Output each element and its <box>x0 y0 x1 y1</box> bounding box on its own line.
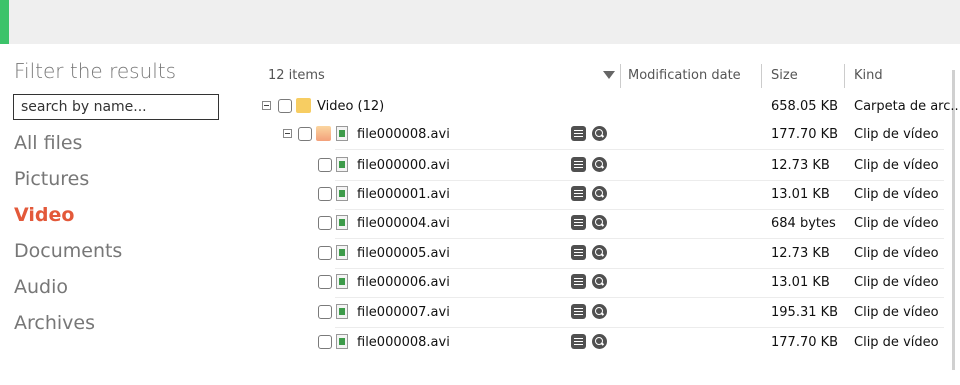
category-video[interactable]: Video <box>14 204 74 226</box>
preview-magnifier-icon[interactable] <box>592 304 607 319</box>
table-row[interactable]: file000006.avi 13.01 KB Clip de vídeo <box>240 269 952 298</box>
row-size: 658.05 KB <box>771 99 839 114</box>
row-checkbox[interactable] <box>298 127 312 141</box>
preview-magnifier-icon[interactable] <box>592 215 607 230</box>
row-kind: Clip de vídeo <box>854 127 939 142</box>
row-size: 177.70 KB <box>771 127 839 142</box>
row-checkbox[interactable] <box>318 335 332 349</box>
video-file-icon <box>336 304 348 319</box>
row-size: 177.70 KB <box>771 335 839 350</box>
column-header-kind[interactable]: Kind <box>854 68 883 83</box>
category-archives[interactable]: Archives <box>14 312 95 334</box>
table-row[interactable]: file000001.avi 13.01 KB Clip de vídeo <box>240 181 952 210</box>
preview-magnifier-icon[interactable] <box>592 186 607 201</box>
details-list-icon[interactable] <box>571 157 586 172</box>
video-file-icon <box>336 215 348 230</box>
details-list-icon[interactable] <box>571 126 586 141</box>
table-row[interactable]: file000005.avi 12.73 KB Clip de vídeo <box>240 240 952 269</box>
category-pictures[interactable]: Pictures <box>14 168 89 190</box>
folder-icon <box>296 98 311 113</box>
row-name: file000007.avi <box>357 305 450 320</box>
column-divider <box>761 64 762 88</box>
row-divider <box>335 327 944 328</box>
row-kind: Clip de vídeo <box>854 216 939 231</box>
details-list-icon[interactable] <box>571 304 586 319</box>
brand-accent-strip <box>0 0 9 44</box>
row-kind: Clip de vídeo <box>854 305 939 320</box>
details-list-icon[interactable] <box>571 215 586 230</box>
video-file-icon <box>336 186 348 201</box>
row-checkbox[interactable] <box>318 275 332 289</box>
row-size: 12.73 KB <box>771 158 830 173</box>
preview-magnifier-icon[interactable] <box>592 157 607 172</box>
table-row[interactable]: file000007.avi 195.31 KB Clip de vídeo <box>240 299 952 328</box>
video-file-icon <box>336 126 348 141</box>
table-row[interactable]: file000000.avi 12.73 KB Clip de vídeo <box>240 152 952 181</box>
row-name: file000006.avi <box>357 275 450 290</box>
sort-arrow-icon[interactable] <box>603 71 615 79</box>
scrollbar[interactable] <box>952 70 955 370</box>
table-row[interactable]: file000004.avi 684 bytes Clip de vídeo <box>240 210 952 239</box>
table-row[interactable]: file000008.avi 177.70 KB Clip de vídeo <box>240 121 952 150</box>
row-name: file000008.avi <box>357 335 450 350</box>
open-folder-icon <box>316 126 331 141</box>
category-all-files[interactable]: All files <box>14 132 82 154</box>
row-size: 13.01 KB <box>771 275 830 290</box>
list-header: 12 items Modification date Size Kind <box>240 62 960 92</box>
filter-title: Filter the results <box>14 59 177 83</box>
row-kind: Clip de vídeo <box>854 158 939 173</box>
row-name: file000001.avi <box>357 187 450 202</box>
collapse-toggle-icon[interactable] <box>262 101 271 110</box>
row-checkbox[interactable] <box>318 216 332 230</box>
row-divider <box>335 238 944 239</box>
video-file-icon <box>336 157 348 172</box>
preview-magnifier-icon[interactable] <box>592 126 607 141</box>
row-kind: Clip de vídeo <box>854 187 939 202</box>
table-row[interactable]: Video (12) 658.05 KB Carpeta de arc... <box>240 93 960 122</box>
top-bar <box>0 0 960 44</box>
video-file-icon <box>336 274 348 289</box>
preview-magnifier-icon[interactable] <box>592 334 607 349</box>
video-file-icon <box>336 334 348 349</box>
preview-magnifier-icon[interactable] <box>592 245 607 260</box>
row-divider <box>335 297 944 298</box>
column-header-modified[interactable]: Modification date <box>628 68 741 83</box>
category-documents[interactable]: Documents <box>14 240 122 262</box>
row-name: file000005.avi <box>357 246 450 261</box>
row-checkbox[interactable] <box>318 187 332 201</box>
row-size: 12.73 KB <box>771 246 830 261</box>
row-size: 195.31 KB <box>771 305 839 320</box>
table-row[interactable]: file000008.avi 177.70 KB Clip de vídeo <box>240 329 952 358</box>
row-kind: Clip de vídeo <box>854 275 939 290</box>
details-list-icon[interactable] <box>571 334 586 349</box>
row-checkbox[interactable] <box>278 99 292 113</box>
row-kind: Clip de vídeo <box>854 246 939 261</box>
search-input[interactable] <box>13 94 219 120</box>
details-list-icon[interactable] <box>571 274 586 289</box>
column-divider <box>844 64 845 88</box>
column-header-size[interactable]: Size <box>771 68 798 83</box>
row-divider <box>335 149 944 150</box>
row-checkbox[interactable] <box>318 305 332 319</box>
video-file-icon <box>336 245 348 260</box>
column-divider <box>620 64 621 88</box>
row-name: Video (12) <box>317 99 385 114</box>
sidebar: Filter the results All files Pictures Vi… <box>0 44 240 385</box>
preview-magnifier-icon[interactable] <box>592 274 607 289</box>
row-kind: Carpeta de arc... <box>854 99 960 114</box>
file-list-panel: 12 items Modification date Size Kind Vid… <box>240 44 960 385</box>
row-kind: Clip de vídeo <box>854 335 939 350</box>
details-list-icon[interactable] <box>571 186 586 201</box>
row-name: file000000.avi <box>357 158 450 173</box>
row-name: file000008.avi <box>357 127 450 142</box>
row-size: 684 bytes <box>771 216 836 231</box>
row-checkbox[interactable] <box>318 158 332 172</box>
category-audio[interactable]: Audio <box>14 276 68 298</box>
row-size: 13.01 KB <box>771 187 830 202</box>
row-name: file000004.avi <box>357 216 450 231</box>
row-checkbox[interactable] <box>318 246 332 260</box>
collapse-toggle-icon[interactable] <box>283 129 292 138</box>
details-list-icon[interactable] <box>571 245 586 260</box>
item-count: 12 items <box>268 68 325 83</box>
